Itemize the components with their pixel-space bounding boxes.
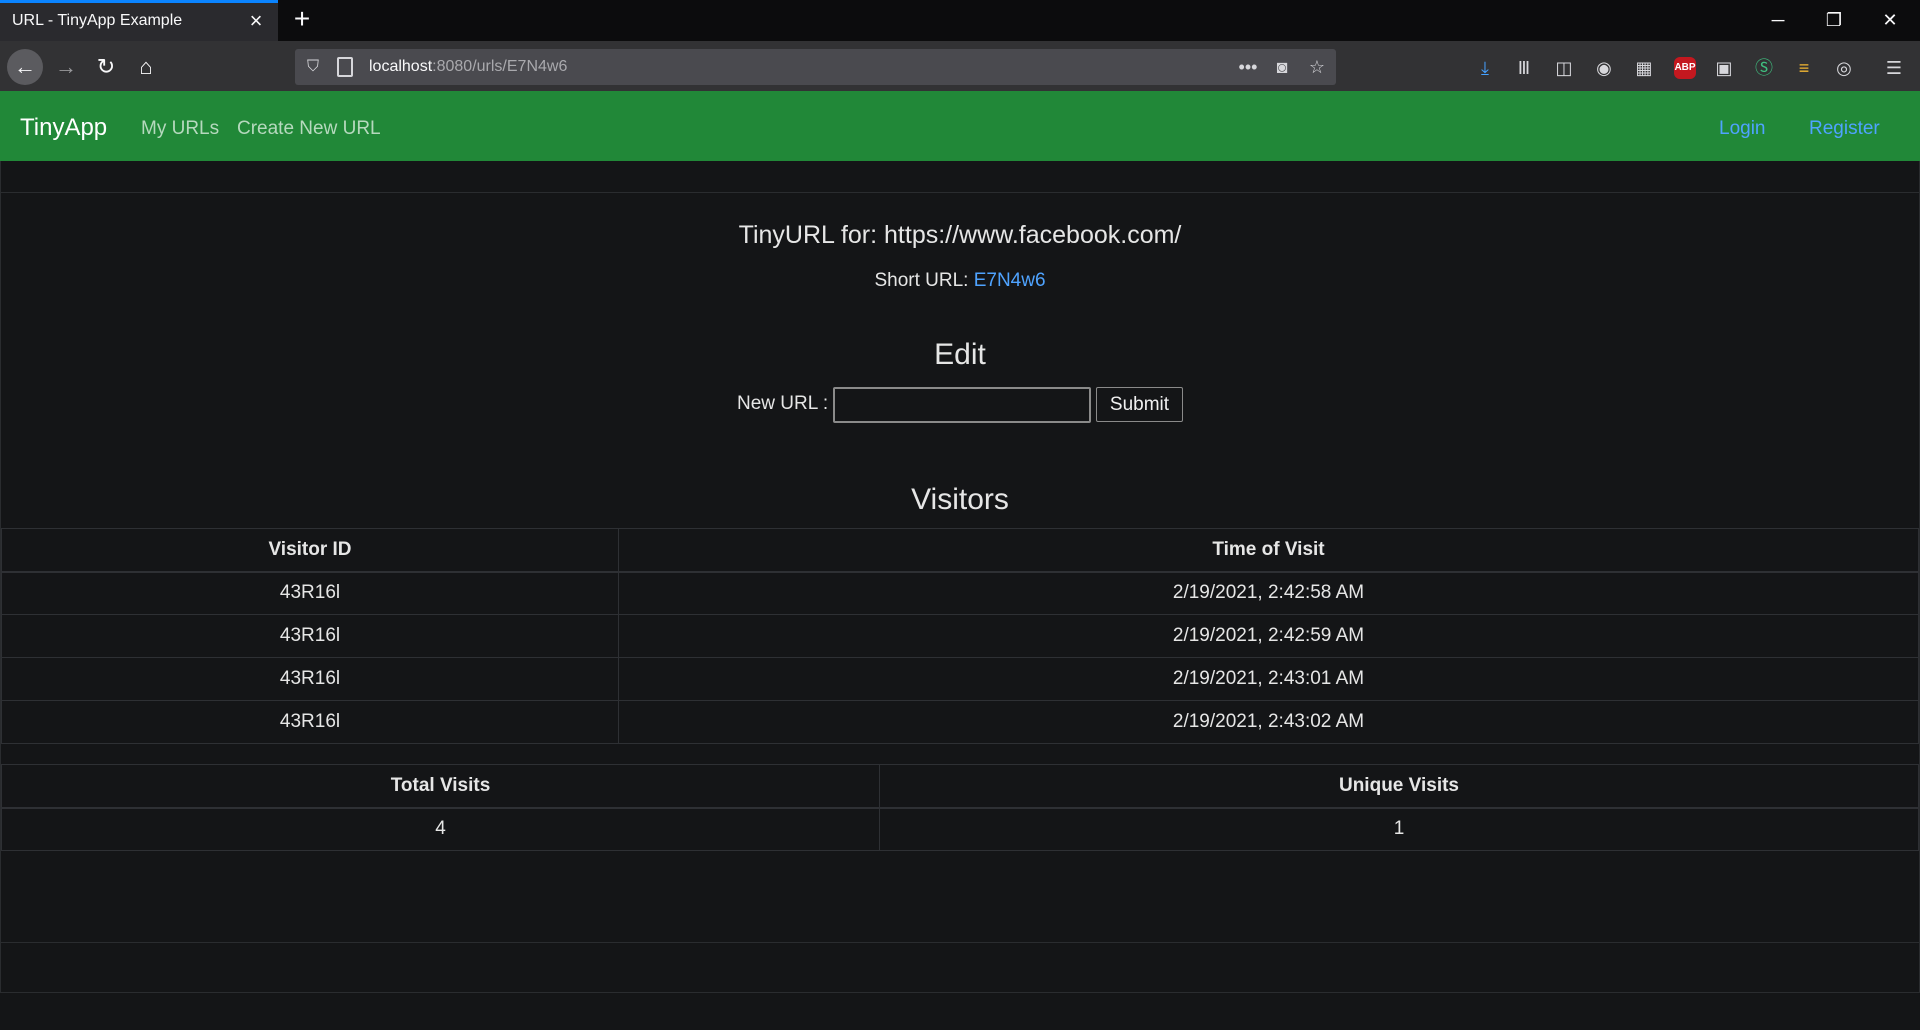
pocket-icon[interactable]: ◙ bbox=[1269, 55, 1295, 79]
home-icon[interactable]: ⌂ bbox=[128, 49, 164, 85]
forward-icon[interactable]: → bbox=[48, 49, 84, 85]
submit-button[interactable]: Submit bbox=[1096, 387, 1183, 422]
download-icon[interactable]: ⤓ bbox=[1471, 54, 1499, 82]
app-navbar: TinyApp My URLs Create New URL Login Reg… bbox=[0, 91, 1920, 161]
tab-title: URL - TinyApp Example bbox=[12, 12, 183, 29]
short-url-line: Short URL: E7N4w6 bbox=[0, 270, 1920, 292]
more-icon[interactable]: ••• bbox=[1235, 55, 1261, 79]
page: TinyApp My URLs Create New URL Login Reg… bbox=[0, 91, 1920, 1030]
glasses-icon[interactable]: ▣ bbox=[1710, 54, 1738, 82]
url-text[interactable]: localhost:8080/urls/E7N4w6 bbox=[369, 58, 567, 76]
new-url-input[interactable] bbox=[833, 387, 1091, 423]
visitor-id-cell: 43R16l bbox=[1, 700, 619, 744]
reload-icon[interactable]: ↻ bbox=[88, 49, 124, 85]
mask-extension-icon[interactable]: ◎ bbox=[1830, 54, 1858, 82]
table-row: 43R16l 2/19/2021, 2:43:02 AM bbox=[1, 700, 1919, 744]
menu-icon[interactable]: ☰ bbox=[1880, 54, 1908, 82]
visitor-id-cell: 43R16l bbox=[1, 571, 619, 615]
table-row: 4 1 bbox=[1, 807, 1919, 851]
header-time-of-visit: Time of Visit bbox=[618, 528, 1919, 573]
sidebar-icon[interactable]: ◫ bbox=[1550, 54, 1578, 82]
close-icon[interactable]: × bbox=[244, 9, 268, 33]
table-row: 43R16l 2/19/2021, 2:43:01 AM bbox=[1, 657, 1919, 701]
visitors-table: Visitor ID Time of Visit 43R16l 2/19/202… bbox=[1, 528, 1919, 744]
account-icon[interactable]: ◉ bbox=[1590, 54, 1618, 82]
window-close-icon[interactable]: ✕ bbox=[1862, 0, 1918, 41]
card-header-divider bbox=[1, 192, 1920, 193]
stack-extension-icon[interactable]: ≡ bbox=[1790, 54, 1818, 82]
table-row: 43R16l 2/19/2021, 2:42:59 AM bbox=[1, 614, 1919, 658]
visitor-id-cell: 43R16l bbox=[1, 614, 619, 658]
card-footer-divider bbox=[1, 942, 1920, 943]
back-icon[interactable]: ← bbox=[7, 49, 43, 85]
page-icon[interactable] bbox=[337, 57, 353, 77]
nav-create-new-url[interactable]: Create New URL bbox=[237, 118, 381, 140]
header-visitor-id: Visitor ID bbox=[1, 528, 619, 573]
visit-time-cell: 2/19/2021, 2:43:01 AM bbox=[618, 657, 1919, 701]
adblock-icon[interactable]: ABP bbox=[1674, 57, 1696, 79]
minimize-icon[interactable]: ─ bbox=[1750, 0, 1806, 41]
visit-time-cell: 2/19/2021, 2:42:59 AM bbox=[618, 614, 1919, 658]
url-bar[interactable]: ⛉ localhost:8080/urls/E7N4w6 ••• ◙ ☆ bbox=[295, 49, 1336, 85]
table-row: 43R16l 2/19/2021, 2:42:58 AM bbox=[1, 571, 1919, 615]
table-header-row: Total Visits Unique Visits bbox=[1, 764, 1919, 809]
unique-visits-value: 1 bbox=[879, 807, 1919, 851]
header-total-visits: Total Visits bbox=[1, 764, 880, 809]
nav-my-urls[interactable]: My URLs bbox=[141, 118, 219, 140]
s-extension-icon[interactable]: Ⓢ bbox=[1750, 54, 1778, 82]
tab-bar: URL - TinyApp Example × + ─ ❐ ✕ bbox=[0, 0, 1920, 41]
extension-grid-icon[interactable]: ▦ bbox=[1630, 54, 1658, 82]
new-url-label: New URL : bbox=[737, 393, 829, 414]
restore-icon[interactable]: ❐ bbox=[1806, 0, 1862, 41]
brand[interactable]: TinyApp bbox=[20, 114, 107, 142]
edit-heading: Edit bbox=[934, 338, 986, 371]
short-url-label: Short URL: bbox=[874, 270, 974, 291]
new-tab-icon[interactable]: + bbox=[288, 5, 316, 34]
shield-icon[interactable]: ⛉ bbox=[307, 56, 327, 78]
visitors-heading: Visitors bbox=[911, 483, 1009, 516]
browser-tab[interactable]: URL - TinyApp Example × bbox=[0, 0, 278, 41]
short-url-link[interactable]: E7N4w6 bbox=[974, 270, 1046, 291]
visit-time-cell: 2/19/2021, 2:42:58 AM bbox=[618, 571, 1919, 615]
total-visits-value: 4 bbox=[1, 807, 880, 851]
table-header-row: Visitor ID Time of Visit bbox=[1, 528, 1919, 573]
visit-time-cell: 2/19/2021, 2:43:02 AM bbox=[618, 700, 1919, 744]
stats-table: Total Visits Unique Visits 4 1 bbox=[1, 764, 1919, 851]
library-icon[interactable]: Ⅲ bbox=[1510, 54, 1538, 82]
login-link[interactable]: Login bbox=[1719, 118, 1766, 140]
register-link[interactable]: Register bbox=[1809, 118, 1880, 140]
header-unique-visits: Unique Visits bbox=[879, 764, 1919, 809]
browser-toolbar: ← → ↻ ⌂ ⛉ localhost:8080/urls/E7N4w6 •••… bbox=[0, 41, 1920, 91]
page-title: TinyURL for: https://www.facebook.com/ bbox=[738, 221, 1182, 249]
visitor-id-cell: 43R16l bbox=[1, 657, 619, 701]
bookmark-star-icon[interactable]: ☆ bbox=[1304, 55, 1330, 79]
